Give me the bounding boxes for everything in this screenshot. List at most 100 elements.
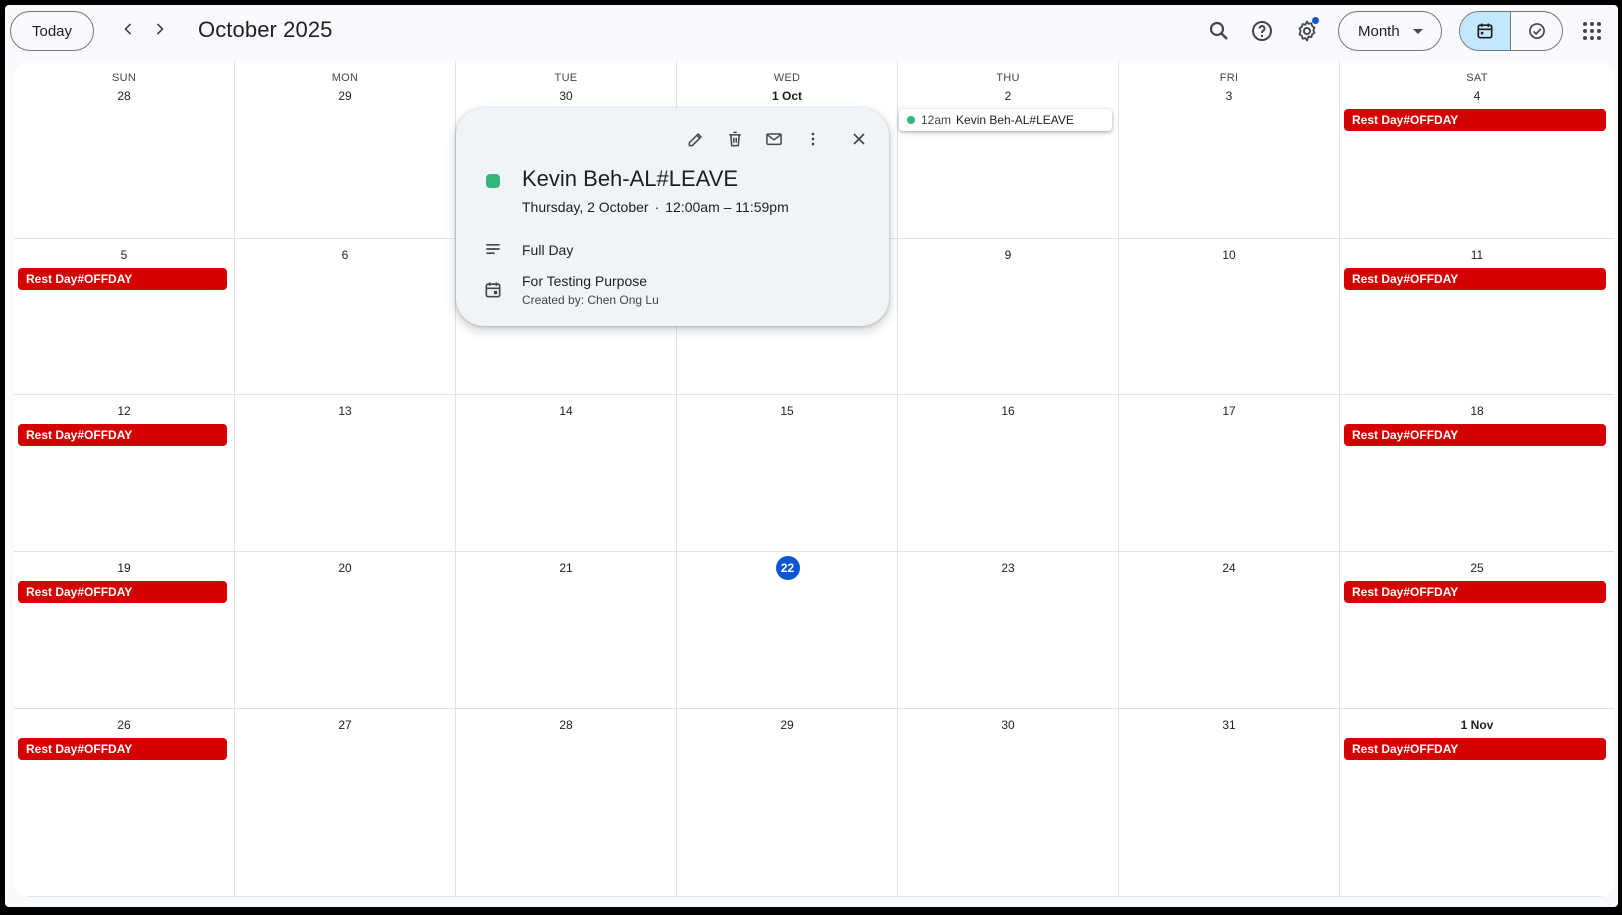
date-number[interactable]: 25 [1340,561,1614,575]
date-number[interactable]: 6 [235,248,455,262]
delete-event-button[interactable] [717,121,753,157]
date-number[interactable]: 28 [14,89,234,103]
help-button[interactable] [1244,13,1280,49]
day-cell[interactable]: 15 [677,395,898,552]
date-number[interactable]: 20 [235,561,455,575]
date-number[interactable]: 30 [456,89,676,103]
date-number[interactable]: 15 [677,404,897,418]
date-number[interactable]: 3 [1119,89,1339,103]
date-number[interactable]: 2 [898,89,1118,103]
day-cell[interactable]: THU 2 12am Kevin Beh-AL#LEAVE [898,61,1119,239]
event-chip-offday[interactable]: Rest Day#OFFDAY [18,268,227,290]
day-cell[interactable]: 5 Rest Day#OFFDAY [14,239,235,395]
event-chip-offday[interactable]: Rest Day#OFFDAY [1344,109,1606,131]
event-chip-offday[interactable]: Rest Day#OFFDAY [1344,268,1606,290]
day-cell[interactable]: 21 [456,552,677,709]
day-cell[interactable]: 10 [1119,239,1340,395]
description-icon [486,244,500,254]
date-number[interactable]: 27 [235,718,455,732]
calendar-app: Today October 2025 Month SUN 28 MON 29 T… [5,5,1618,907]
edit-event-button[interactable] [678,121,714,157]
day-cell[interactable]: 31 [1119,709,1340,897]
settings-button[interactable] [1289,13,1325,49]
day-cell[interactable]: 17 [1119,395,1340,552]
day-cell[interactable]: SAT 4 Rest Day#OFFDAY [1340,61,1614,239]
day-cell[interactable]: 25 Rest Day#OFFDAY [1340,552,1614,709]
event-chip-offday[interactable]: Rest Day#OFFDAY [18,738,227,760]
search-button[interactable] [1201,13,1237,49]
day-cell[interactable]: 14 [456,395,677,552]
day-cell[interactable]: 24 [1119,552,1340,709]
day-cell[interactable]: 6 [235,239,456,395]
date-number[interactable]: 14 [456,404,676,418]
date-number[interactable]: 10 [1119,248,1339,262]
day-cell[interactable]: 9 [898,239,1119,395]
day-cell[interactable]: 23 [898,552,1119,709]
date-number[interactable]: 12 [14,404,234,418]
date-number[interactable]: 5 [14,248,234,262]
today-date-number[interactable]: 22 [775,556,800,580]
date-number[interactable]: 26 [14,718,234,732]
date-number[interactable]: 11 [1340,248,1614,262]
date-number[interactable]: 30 [898,718,1118,732]
event-chip-offday[interactable]: Rest Day#OFFDAY [18,581,227,603]
day-cell[interactable]: 29 [677,709,898,897]
day-cell[interactable]: 30 [898,709,1119,897]
date-number[interactable]: 1 Nov [1340,718,1614,732]
email-guests-button[interactable] [756,121,792,157]
day-cell[interactable]: FRI 3 [1119,61,1340,239]
date-number[interactable]: 9 [898,248,1118,262]
day-cell[interactable]: 11 Rest Day#OFFDAY [1340,239,1614,395]
view-selector-label: Month [1358,22,1400,40]
event-color-dot [907,116,915,124]
event-chip-offday[interactable]: Rest Day#OFFDAY [1344,738,1606,760]
date-number[interactable]: 18 [1340,404,1614,418]
date-number[interactable]: 31 [1119,718,1339,732]
day-cell[interactable]: 26 Rest Day#OFFDAY [14,709,235,897]
date-number[interactable]: 1 Oct [677,89,897,103]
tasks-view-button[interactable] [1511,12,1562,50]
day-cell[interactable]: 18 Rest Day#OFFDAY [1340,395,1614,552]
date-number[interactable]: 23 [898,561,1118,575]
more-options-button[interactable] [795,121,831,157]
day-cell[interactable]: 13 [235,395,456,552]
view-selector[interactable]: Month [1338,11,1442,51]
event-creator: Created by: Chen Ong Lu [522,293,659,307]
day-cell[interactable]: 20 [235,552,456,709]
day-cell[interactable]: 19 Rest Day#OFFDAY [14,552,235,709]
event-chip-timed[interactable]: 12am Kevin Beh-AL#LEAVE [899,109,1112,131]
day-cell[interactable]: 16 [898,395,1119,552]
event-chip-offday[interactable]: Rest Day#OFFDAY [1344,581,1606,603]
date-number[interactable]: 19 [14,561,234,575]
day-cell[interactable]: 28 [456,709,677,897]
date-number[interactable]: 13 [235,404,455,418]
date-number[interactable]: 17 [1119,404,1339,418]
day-cell[interactable]: 12 Rest Day#OFFDAY [14,395,235,552]
apps-button[interactable] [1574,13,1610,49]
date-number[interactable]: 4 [1340,89,1614,103]
date-number[interactable]: 16 [898,404,1118,418]
date-number[interactable]: 21 [456,561,676,575]
date-number[interactable]: 28 [456,718,676,732]
date-number[interactable]: 29 [235,89,455,103]
calendar-icon [485,282,501,298]
next-month-button[interactable] [145,14,175,44]
email-icon [766,133,782,146]
event-color-square [486,174,500,188]
calendar-view-button[interactable] [1460,12,1512,50]
weekday-label: WED [773,72,801,84]
close-popup-button[interactable] [841,121,877,157]
more-options-icon [811,132,815,146]
date-number[interactable]: 29 [677,718,897,732]
day-cell[interactable]: 1 Nov Rest Day#OFFDAY [1340,709,1614,897]
day-cell[interactable]: MON 29 [235,61,456,239]
day-cell[interactable]: 22 [677,552,898,709]
event-chip-offday[interactable]: Rest Day#OFFDAY [18,424,227,446]
event-date: Thursday, 2 October [522,199,649,215]
date-number[interactable]: 24 [1119,561,1339,575]
today-button[interactable]: Today [10,11,94,51]
previous-month-button[interactable] [113,14,143,44]
day-cell[interactable]: SUN 28 [14,61,235,239]
event-chip-offday[interactable]: Rest Day#OFFDAY [1344,424,1606,446]
day-cell[interactable]: 27 [235,709,456,897]
